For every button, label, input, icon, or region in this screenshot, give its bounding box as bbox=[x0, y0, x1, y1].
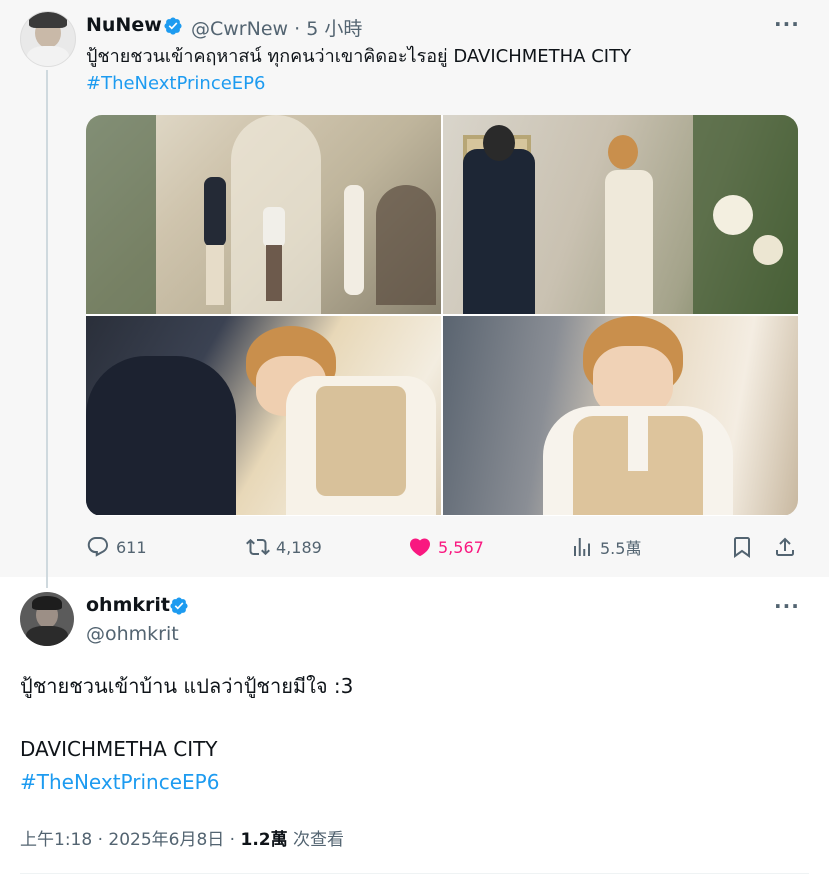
separator-dot: · bbox=[294, 18, 301, 40]
handle-text: @CwrNew bbox=[191, 18, 289, 40]
bookmark-icon bbox=[734, 537, 750, 558]
post-text: ปู้ชายชวนเข้าคฤหาสน์ ทุกคนว่าเขาคิดอะไรอ… bbox=[86, 46, 632, 67]
post-meta: 上午1:18 · 2025年6月8日 · 1.2萬 次查看 bbox=[20, 825, 344, 850]
divider bbox=[20, 873, 809, 874]
thread-line bbox=[46, 70, 48, 588]
action-bar: 611 4,189 5,567 5.5萬 bbox=[86, 533, 798, 561]
author-name[interactable]: NuNew bbox=[86, 14, 162, 36]
repost-count: 4,189 bbox=[276, 537, 322, 557]
reply-icon bbox=[87, 537, 108, 557]
views-label: 次查看 bbox=[287, 830, 345, 850]
views-total: 1.2萬 bbox=[240, 830, 288, 850]
verified-badge-icon bbox=[170, 597, 188, 615]
avatar-ohmkrit[interactable] bbox=[20, 592, 74, 646]
author-handle[interactable]: @CwrNew · 5 小時 bbox=[191, 14, 362, 41]
avatar-nunew[interactable] bbox=[20, 11, 76, 67]
media-photo-3[interactable] bbox=[86, 316, 441, 515]
post-time[interactable]: 5 小時 bbox=[306, 18, 362, 40]
repost-button[interactable]: 4,189 bbox=[246, 533, 322, 561]
bookmark-button[interactable] bbox=[730, 533, 760, 561]
media-photo-4[interactable] bbox=[443, 316, 798, 515]
reply-author-name[interactable]: ohmkrit bbox=[86, 594, 170, 616]
heart-icon bbox=[409, 538, 431, 557]
repost-icon bbox=[246, 538, 270, 556]
views-icon bbox=[574, 538, 590, 556]
media-grid[interactable] bbox=[86, 115, 798, 516]
reply-text: ปู้ชายชวนเข้าบ้าน แปลว่าปู้ชายมีใจ :3 bbox=[20, 674, 354, 698]
reply-button[interactable]: 611 bbox=[86, 533, 147, 561]
share-button[interactable] bbox=[773, 533, 803, 561]
more-icon[interactable]: ··· bbox=[774, 594, 800, 618]
reply-author-handle[interactable]: @ohmkrit bbox=[86, 623, 179, 645]
media-photo-2[interactable] bbox=[443, 115, 798, 314]
media-photo-1[interactable] bbox=[86, 115, 441, 314]
reply-text-line2: DAVICHMETHA CITY bbox=[20, 737, 218, 761]
views-button[interactable]: 5.5萬 bbox=[570, 533, 641, 561]
like-count: 5,567 bbox=[438, 537, 484, 557]
more-icon[interactable]: ··· bbox=[774, 12, 800, 36]
reply-hashtag-link[interactable]: #TheNextPrinceEP6 bbox=[20, 767, 219, 797]
hashtag-link[interactable]: #TheNextPrinceEP6 bbox=[86, 70, 266, 97]
reply-count: 611 bbox=[116, 537, 147, 557]
like-button[interactable]: 5,567 bbox=[408, 533, 484, 561]
share-icon bbox=[776, 537, 794, 556]
views-count: 5.5萬 bbox=[600, 539, 642, 558]
post-timestamp[interactable]: 上午1:18 · 2025年6月8日 · bbox=[20, 830, 241, 850]
quoted-post[interactable]: NuNew @CwrNew · 5 小時 ··· ปู้ชายชวนเข้าคฤ… bbox=[0, 0, 829, 588]
verified-badge-icon bbox=[164, 17, 182, 35]
